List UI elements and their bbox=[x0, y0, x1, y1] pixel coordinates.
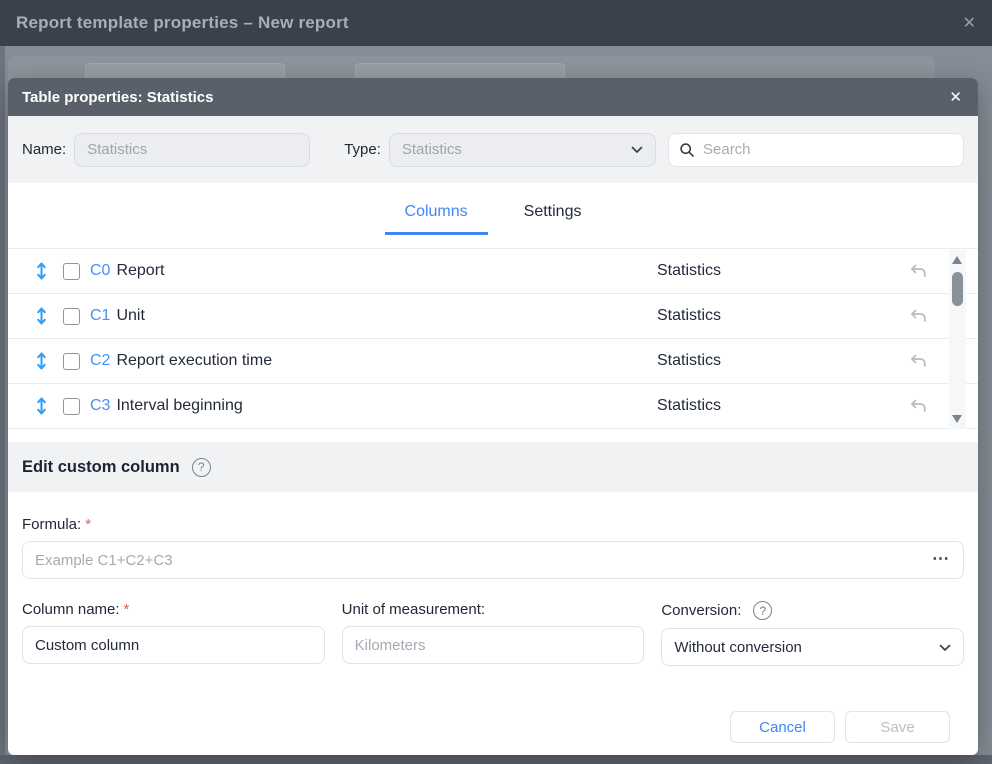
column-source: Statistics bbox=[657, 352, 906, 370]
background-dialog-left-edge bbox=[0, 46, 5, 755]
table-row: C1 Unit Statistics bbox=[8, 294, 978, 339]
window-titlebar: Report template properties – New report … bbox=[0, 0, 992, 46]
edit-custom-column-title: Edit custom column bbox=[22, 458, 180, 477]
dialog-toolbar: Name: Type: Statistics bbox=[8, 116, 978, 183]
column-name: Report execution time bbox=[116, 352, 272, 369]
search-input[interactable] bbox=[703, 141, 953, 158]
table-row: C0 Report Statistics bbox=[8, 249, 978, 294]
column-list: C0 Report Statistics C1 Unit Statistics C2… bbox=[8, 248, 978, 429]
column-checkbox[interactable] bbox=[63, 263, 80, 280]
column-checkbox[interactable] bbox=[63, 398, 80, 415]
dialog-footer: Cancel Save bbox=[22, 711, 964, 755]
name-input[interactable] bbox=[74, 133, 310, 167]
conversion-cell: Conversion: ? Without conversion bbox=[661, 601, 964, 666]
undo-icon[interactable] bbox=[906, 394, 930, 418]
help-icon[interactable]: ? bbox=[753, 601, 772, 620]
dialog-header: Table properties: Statistics ✕ bbox=[8, 78, 978, 116]
drag-handle-icon[interactable] bbox=[35, 261, 51, 281]
undo-icon[interactable] bbox=[906, 349, 930, 373]
formula-more-icon[interactable]: ⋯ bbox=[932, 550, 950, 567]
scrollbar-thumb[interactable] bbox=[952, 272, 963, 306]
background-dialog-bottom-edge bbox=[0, 755, 992, 764]
table-row: C2 Report execution time Statistics bbox=[8, 339, 978, 384]
column-checkbox[interactable] bbox=[63, 308, 80, 325]
chevron-down-icon bbox=[939, 639, 951, 656]
dialog-title: Table properties: Statistics bbox=[22, 89, 213, 106]
formula-label-row: Formula: * bbox=[22, 516, 964, 533]
window-close-icon[interactable]: ✕ bbox=[963, 13, 976, 33]
table-row: C3 Interval beginning Statistics bbox=[8, 384, 978, 429]
dialog-close-icon[interactable]: ✕ bbox=[949, 88, 962, 106]
drag-handle-icon[interactable] bbox=[35, 351, 51, 371]
unit-cell: Unit of measurement: bbox=[342, 601, 645, 666]
conversion-select-value: Without conversion bbox=[674, 639, 802, 656]
column-source: Statistics bbox=[657, 397, 906, 415]
column-label: C3 Interval beginning bbox=[90, 397, 657, 415]
edit-custom-column-form: Formula: * ⋯ Column name: * Unit of meas… bbox=[8, 492, 978, 755]
unit-label-row: Unit of measurement: bbox=[342, 601, 645, 618]
column-label: C2 Report execution time bbox=[90, 352, 657, 370]
drag-handle-icon[interactable] bbox=[35, 306, 51, 326]
column-name: Unit bbox=[116, 307, 144, 324]
column-name-input[interactable] bbox=[22, 626, 325, 664]
field-grid: Column name: * Unit of measurement: Conv… bbox=[22, 601, 964, 666]
type-label: Type: bbox=[344, 141, 381, 158]
column-name-label-row: Column name: * bbox=[22, 601, 325, 618]
chevron-down-icon bbox=[631, 141, 643, 158]
edit-custom-column-header: Edit custom column ? bbox=[8, 442, 978, 492]
column-label: C0 Report bbox=[90, 262, 657, 280]
window-title: Report template properties – New report bbox=[16, 13, 349, 33]
column-code: C3 bbox=[90, 397, 110, 414]
tab-settings[interactable]: Settings bbox=[504, 203, 602, 235]
conversion-label-row: Conversion: ? bbox=[661, 601, 964, 620]
column-code: C1 bbox=[90, 307, 110, 324]
column-name-cell: Column name: * bbox=[22, 601, 325, 666]
table-properties-dialog: Table properties: Statistics ✕ Name: Typ… bbox=[8, 78, 978, 755]
formula-field-wrap: ⋯ bbox=[22, 533, 964, 579]
unit-label: Unit of measurement: bbox=[342, 601, 485, 618]
column-source: Statistics bbox=[657, 262, 906, 280]
column-source: Statistics bbox=[657, 307, 906, 325]
scroll-down-arrow-icon[interactable] bbox=[952, 415, 962, 423]
column-label: C1 Unit bbox=[90, 307, 657, 325]
column-name-label: Column name: bbox=[22, 601, 120, 618]
column-code: C0 bbox=[90, 262, 110, 279]
type-select-value: Statistics bbox=[402, 141, 462, 158]
save-button[interactable]: Save bbox=[845, 711, 950, 743]
formula-label: Formula: bbox=[22, 516, 81, 533]
required-asterisk: * bbox=[124, 601, 130, 618]
search-box[interactable] bbox=[668, 133, 964, 167]
column-name: Report bbox=[116, 262, 164, 279]
required-asterisk: * bbox=[85, 516, 91, 533]
column-code: C2 bbox=[90, 352, 110, 369]
formula-input[interactable] bbox=[22, 541, 964, 579]
column-checkbox[interactable] bbox=[63, 353, 80, 370]
name-label: Name: bbox=[22, 141, 66, 158]
conversion-select[interactable]: Without conversion bbox=[661, 628, 964, 666]
cancel-button[interactable]: Cancel bbox=[730, 711, 835, 743]
tab-columns[interactable]: Columns bbox=[385, 203, 488, 235]
scrollbar[interactable] bbox=[949, 250, 966, 429]
search-icon bbox=[679, 142, 695, 158]
unit-input[interactable] bbox=[342, 626, 645, 664]
undo-icon[interactable] bbox=[906, 259, 930, 283]
drag-handle-icon[interactable] bbox=[35, 396, 51, 416]
column-name: Interval beginning bbox=[116, 397, 242, 414]
conversion-label: Conversion: bbox=[661, 602, 741, 619]
help-icon[interactable]: ? bbox=[192, 458, 211, 477]
undo-icon[interactable] bbox=[906, 304, 930, 328]
scroll-up-arrow-icon[interactable] bbox=[952, 256, 962, 264]
type-select[interactable]: Statistics bbox=[389, 133, 656, 167]
tab-bar: Columns Settings bbox=[8, 183, 978, 235]
